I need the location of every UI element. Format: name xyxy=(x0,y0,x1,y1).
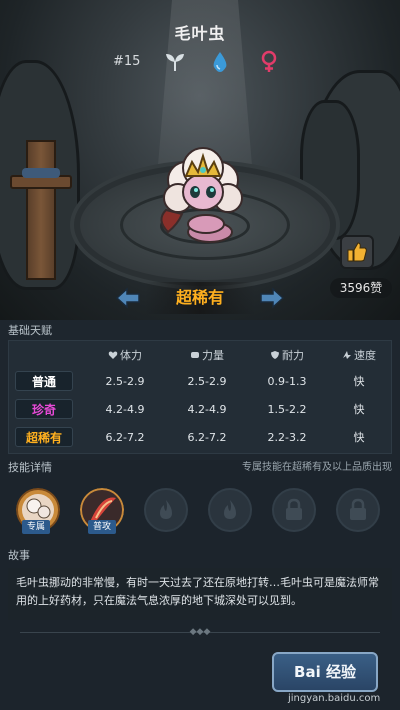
flame-icon xyxy=(160,500,172,519)
header-speed: 速度 xyxy=(325,345,393,367)
power-value: 6.2-7.2 xyxy=(187,431,227,444)
lock-icon xyxy=(286,498,302,520)
watermark-url: jingyan.baidu.com xyxy=(288,693,381,704)
lock-icon xyxy=(350,498,366,520)
header-hp: 体力 xyxy=(85,345,165,367)
speed-value: 快 xyxy=(353,431,365,444)
like-button[interactable] xyxy=(340,235,374,269)
header-endurance: 耐力 xyxy=(247,345,327,367)
talent-header-row: 体力 力量 耐力 速度 xyxy=(9,345,393,367)
endurance-value: 2.2-3.2 xyxy=(267,431,307,444)
header-speed-label: 速度 xyxy=(354,349,376,362)
heart-icon xyxy=(108,351,118,359)
water-drop-icon xyxy=(213,52,227,72)
skill-tag-basic-attack: 普攻 xyxy=(88,520,117,534)
creature-number: #15 xyxy=(113,54,141,69)
caterpillar-creature[interactable] xyxy=(148,140,258,250)
skill-slot-locked[interactable] xyxy=(272,488,316,532)
story-text: 毛叶虫挪动的非常慢，有时一天过去了还在原地打转…毛叶虫可是魔法师常用的上好药材，… xyxy=(8,568,392,620)
creature-name: 毛叶虫 xyxy=(174,24,226,43)
divider-ornament: ◆◆◆ xyxy=(189,627,211,637)
header-power-label: 力量 xyxy=(202,349,224,362)
female-icon xyxy=(261,50,277,72)
rank-tag-rare: 珍奇 xyxy=(15,399,73,419)
leaf-icon xyxy=(166,54,184,71)
skill-note: 专属技能在超稀有及以上品质出现 xyxy=(242,462,392,473)
talent-row: 超稀有 6.2-7.2 6.2-7.2 2.2-3.2 快 xyxy=(9,427,393,449)
like-count: 3596赞 xyxy=(330,278,392,298)
shield-icon xyxy=(271,351,279,359)
talent-section-title: 基础天赋 xyxy=(8,324,52,337)
speed-value: 快 xyxy=(353,375,365,388)
rank-tag-normal: 普通 xyxy=(15,371,73,391)
rank-tag-super-rare: 超稀有 xyxy=(15,427,73,447)
power-value: 2.5-2.9 xyxy=(187,375,227,388)
header-power: 力量 xyxy=(167,345,247,367)
creature-scene xyxy=(0,0,400,320)
baidu-jingyan-button[interactable]: Bai 经验 xyxy=(272,652,378,692)
post-rope xyxy=(22,168,60,178)
endurance-value: 0.9-1.3 xyxy=(267,375,307,388)
fist-icon xyxy=(191,352,199,358)
power-value: 4.2-4.9 xyxy=(187,403,227,416)
talent-row: 珍奇 4.2-4.9 4.2-4.9 1.5-2.2 快 xyxy=(9,399,393,421)
rank-cell: 超稀有 xyxy=(9,427,79,449)
skill-slot-empty[interactable] xyxy=(144,488,188,532)
talent-row: 普通 2.5-2.9 2.5-2.9 0.9-1.3 快 xyxy=(9,371,393,393)
speed-icon xyxy=(343,351,351,359)
arrow-right-icon[interactable] xyxy=(259,286,285,310)
endurance-value: 1.5-2.2 xyxy=(267,403,307,416)
rarity-label: 超稀有 xyxy=(145,282,255,314)
speed-value: 快 xyxy=(353,403,365,416)
thumbs-up-icon xyxy=(347,242,367,262)
wooden-post xyxy=(26,140,56,280)
hp-value: 4.2-4.9 xyxy=(105,403,145,416)
talent-table: 体力 力量 耐力 速度 普通 2.5-2.9 2.5-2.9 0.9-1.3 快… xyxy=(8,340,392,454)
story-section-title: 故事 xyxy=(8,549,30,562)
skill-slot-locked[interactable] xyxy=(336,488,380,532)
header-endurance-label: 耐力 xyxy=(282,349,304,362)
rank-cell: 普通 xyxy=(9,371,79,393)
rank-cell: 珍奇 xyxy=(9,399,79,421)
rarity-selector: 超稀有 xyxy=(105,282,295,314)
arrow-left-icon[interactable] xyxy=(115,286,141,310)
flame-icon xyxy=(224,500,236,519)
hp-value: 6.2-7.2 xyxy=(105,431,145,444)
header-hp-label: 体力 xyxy=(120,349,142,362)
skill-tag-exclusive: 专属 xyxy=(22,520,51,534)
hp-value: 2.5-2.9 xyxy=(105,375,145,388)
skill-slot-empty[interactable] xyxy=(208,488,252,532)
